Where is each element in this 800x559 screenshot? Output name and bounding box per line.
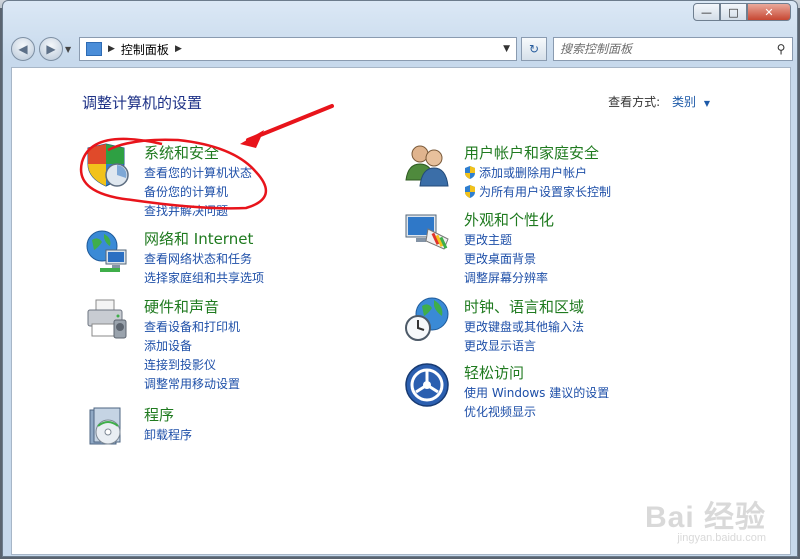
view-by-value[interactable]: 类别 xyxy=(672,95,696,109)
category-title[interactable]: 网络和 Internet xyxy=(144,228,253,249)
control-panel-window: — □ ✕ ◀ ▶ ▼ ▶ 控制面板 ▶ ▼ ↻ ⚲ 调整计算机的设置 查看方式… xyxy=(2,0,798,557)
link-text[interactable]: 添加或删除用户帐户 xyxy=(479,166,587,180)
link-parental-controls[interactable]: 为所有用户设置家长控制 xyxy=(464,183,611,202)
link-optimize-display[interactable]: 优化视频显示 xyxy=(464,403,609,422)
users-icon[interactable] xyxy=(404,142,450,188)
view-by-dropdown-icon[interactable]: ▼ xyxy=(704,99,710,108)
refresh-button[interactable]: ↻ xyxy=(521,37,547,61)
close-button[interactable]: ✕ xyxy=(747,3,791,21)
link-change-theme[interactable]: 更改主题 xyxy=(464,231,548,250)
address-dropdown-icon[interactable]: ▼ xyxy=(503,44,510,54)
link-mobility-settings[interactable]: 调整常用移动设置 xyxy=(144,375,240,394)
category-title[interactable]: 系统和安全 xyxy=(144,142,219,163)
shield-security-icon[interactable] xyxy=(84,142,130,188)
printer-icon[interactable] xyxy=(84,296,130,342)
ease-of-access-icon[interactable] xyxy=(404,362,450,408)
view-by-label: 查看方式: xyxy=(608,95,661,109)
link-connect-projector[interactable]: 连接到投影仪 xyxy=(144,356,240,375)
breadcrumb-chevron-icon[interactable]: ▶ xyxy=(175,44,182,54)
category-title[interactable]: 用户帐户和家庭安全 xyxy=(464,142,599,163)
category-title[interactable]: 程序 xyxy=(144,404,174,425)
baidu-watermark: Bai 经验 jingyan.baidu.com xyxy=(645,492,766,544)
link-devices-printers[interactable]: 查看设备和打印机 xyxy=(144,318,240,337)
link-keyboard-input[interactable]: 更改键盘或其他输入法 xyxy=(464,318,584,337)
content-pane: 调整计算机的设置 查看方式: 类别 ▼ 系统和安全 查看您的计算机状态 备份您的… xyxy=(11,67,791,555)
category-title[interactable]: 轻松访问 xyxy=(464,362,524,383)
category-title[interactable]: 外观和个性化 xyxy=(464,209,554,230)
link-homegroup-sharing[interactable]: 选择家庭组和共享选项 xyxy=(144,269,264,288)
programs-disc-icon[interactable] xyxy=(84,404,130,450)
link-uninstall-program[interactable]: 卸载程序 xyxy=(144,426,192,445)
back-arrow-icon: ◀ xyxy=(18,42,28,56)
clock-globe-icon[interactable] xyxy=(404,296,450,342)
back-button[interactable]: ◀ xyxy=(11,37,35,61)
link-find-fix-problems[interactable]: 查找并解决问题 xyxy=(144,202,252,221)
view-by: 查看方式: 类别 ▼ xyxy=(608,93,710,110)
search-input[interactable] xyxy=(554,38,770,60)
minimize-button[interactable]: — xyxy=(693,3,720,21)
link-add-remove-accounts[interactable]: 添加或删除用户帐户 xyxy=(464,164,611,183)
category-title[interactable]: 硬件和声音 xyxy=(144,296,219,317)
caption-buttons: — □ ✕ xyxy=(693,3,791,21)
refresh-icon: ↻ xyxy=(528,42,540,56)
link-view-computer-status[interactable]: 查看您的计算机状态 xyxy=(144,164,252,183)
link-backup-computer[interactable]: 备份您的计算机 xyxy=(144,183,252,202)
maximize-button[interactable]: □ xyxy=(720,3,747,21)
uac-shield-icon xyxy=(465,166,475,179)
monitor-palette-icon[interactable] xyxy=(404,209,450,255)
breadcrumb-control-panel[interactable]: 控制面板 xyxy=(121,41,169,58)
annotation-arrow-shaft xyxy=(246,104,334,142)
watermark-main: Bai 经验 xyxy=(644,501,766,534)
link-display-language[interactable]: 更改显示语言 xyxy=(464,337,584,356)
search-icon[interactable]: ⚲ xyxy=(770,42,792,56)
page-title: 调整计算机的设置 xyxy=(82,94,203,112)
annotation-arrow-head xyxy=(240,130,264,148)
control-panel-icon xyxy=(86,42,102,56)
link-text[interactable]: 为所有用户设置家长控制 xyxy=(479,185,611,199)
navigation-toolbar: ◀ ▶ ▼ ▶ 控制面板 ▶ ▼ ↻ ⚲ xyxy=(9,35,793,65)
forward-button[interactable]: ▶ xyxy=(39,37,63,61)
link-add-device[interactable]: 添加设备 xyxy=(144,337,240,356)
link-desktop-background[interactable]: 更改桌面背景 xyxy=(464,250,548,269)
uac-shield-icon xyxy=(465,185,475,198)
forward-arrow-icon: ▶ xyxy=(46,42,56,56)
recent-pages-dropdown[interactable]: ▼ xyxy=(65,45,71,54)
breadcrumb-separator-icon[interactable]: ▶ xyxy=(108,44,115,54)
network-globe-icon[interactable] xyxy=(84,228,130,274)
category-title[interactable]: 时钟、语言和区域 xyxy=(464,296,584,317)
search-box: ⚲ xyxy=(553,37,793,61)
link-screen-resolution[interactable]: 调整屏幕分辨率 xyxy=(464,269,548,288)
address-bar[interactable]: ▶ 控制面板 ▶ ▼ xyxy=(79,37,517,61)
link-view-network-status[interactable]: 查看网络状态和任务 xyxy=(144,250,264,269)
link-recommended-settings[interactable]: 使用 Windows 建议的设置 xyxy=(464,384,609,403)
